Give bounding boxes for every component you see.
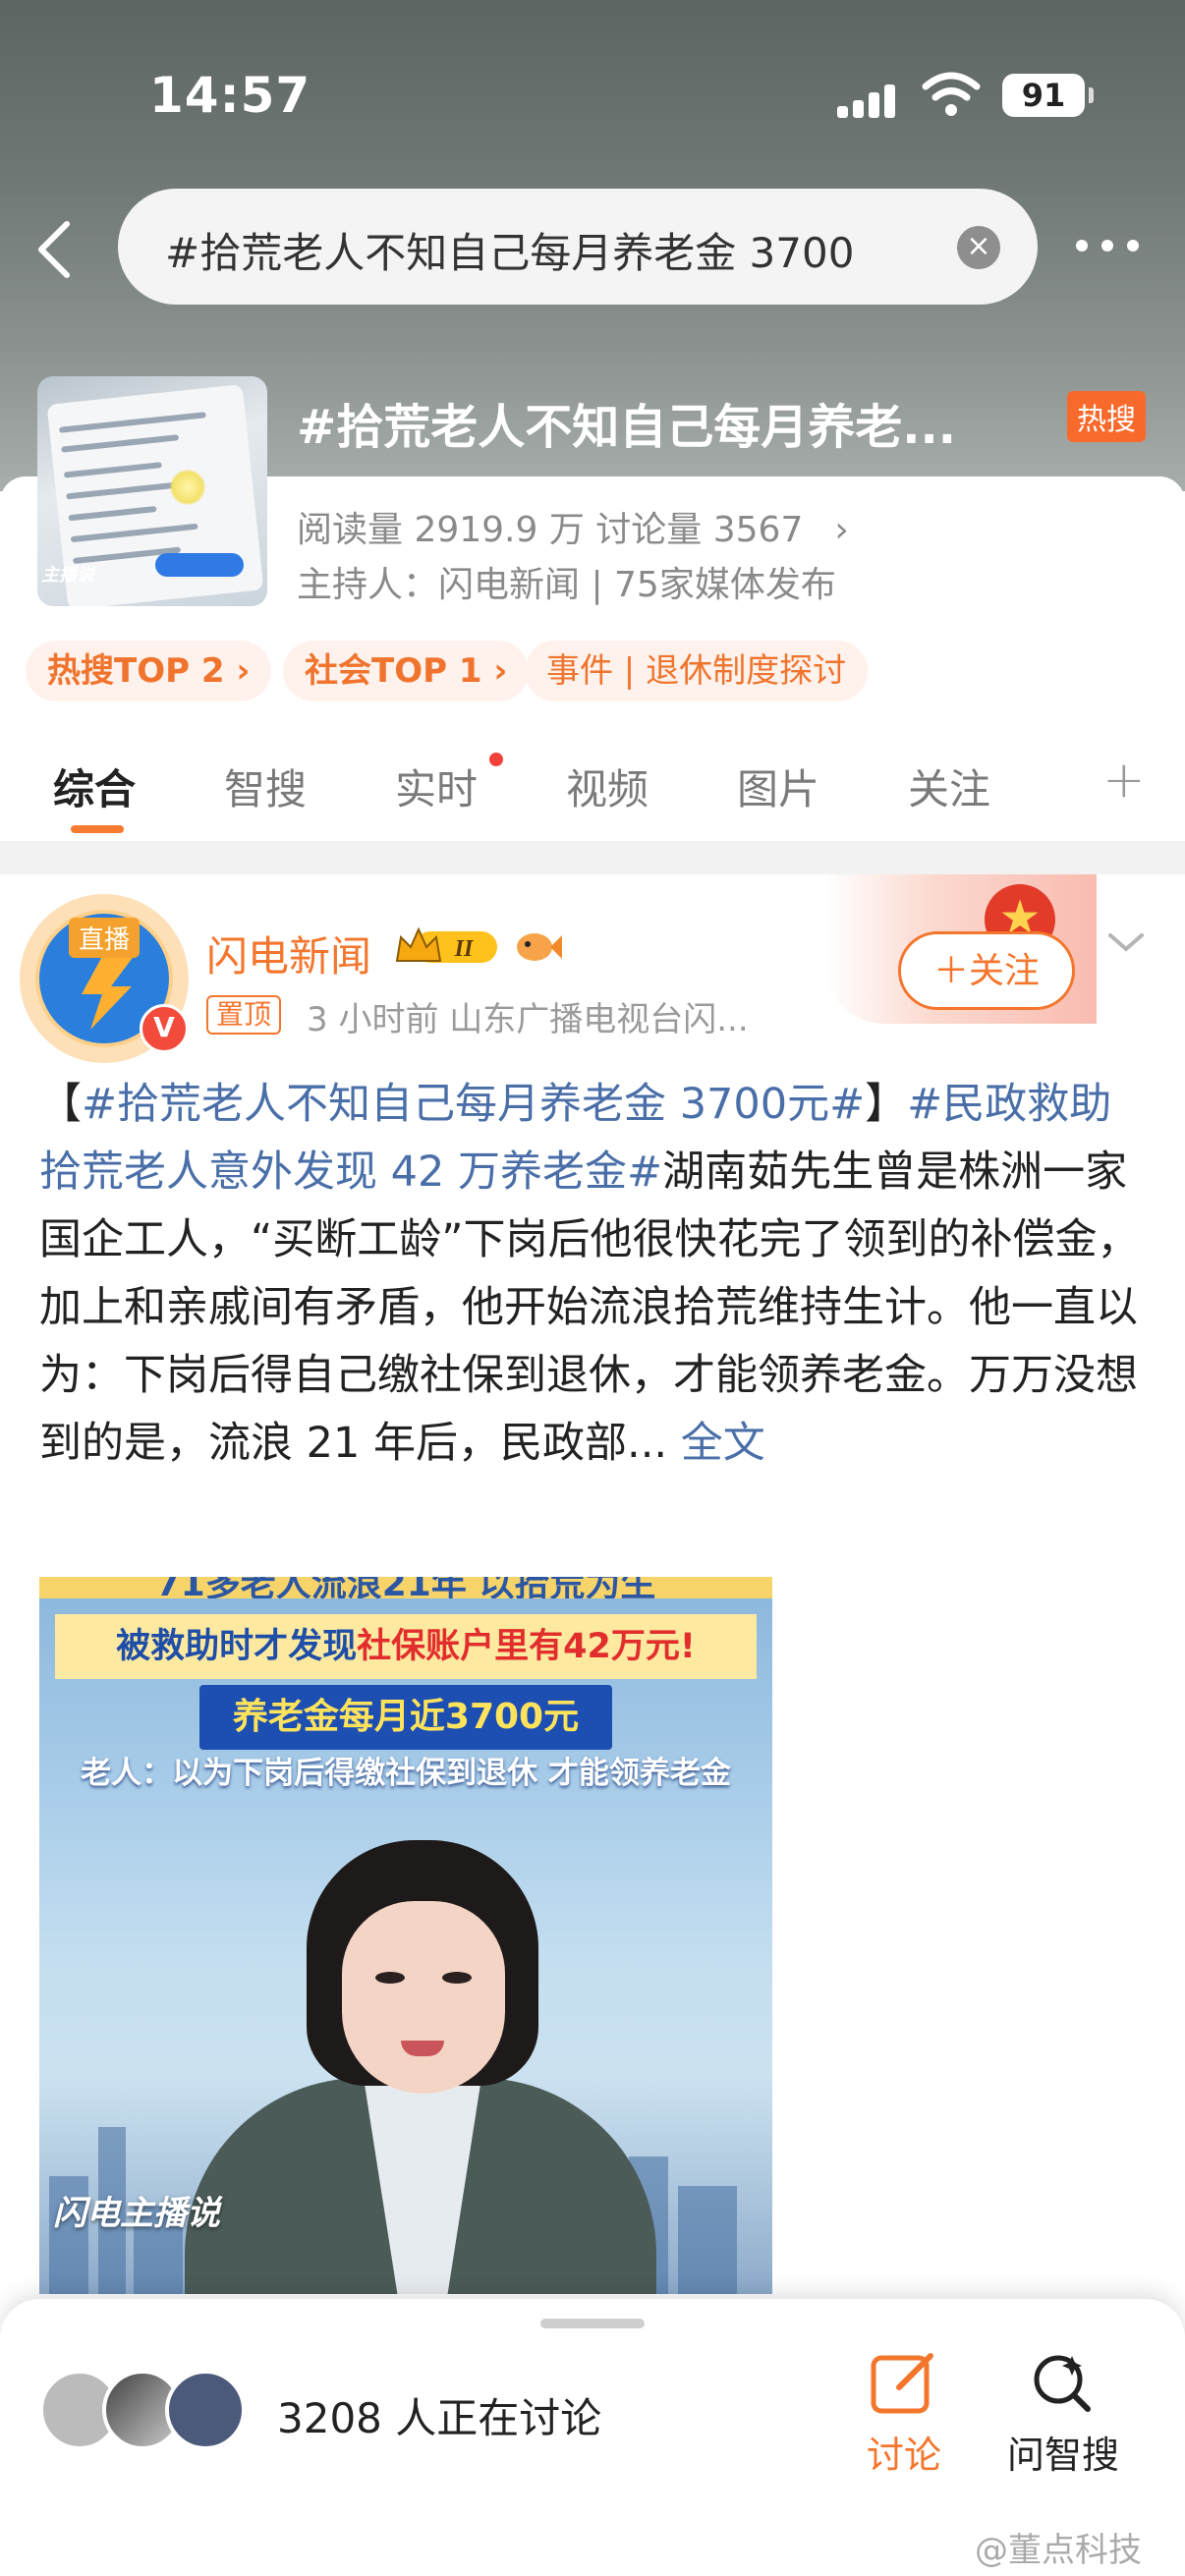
video-caption-3: 老人：以为下岗后得缴社保到退休 才能领养老金 (81, 1756, 731, 1791)
status-time: 14:57 (149, 67, 311, 124)
news-anchor-face (342, 1901, 505, 2094)
tab-bar: 综合 智搜 实时 视频 图片 关注 (0, 747, 1185, 841)
wifi-icon (922, 71, 981, 122)
clear-search-icon[interactable]: × (957, 226, 1000, 269)
member-crown-icon: II (393, 924, 501, 971)
cellular-signal-icon (837, 79, 906, 118)
tab-comprehensive[interactable]: 综合 (53, 756, 136, 816)
ask-smart-search-button[interactable]: 问智搜 (1004, 2350, 1122, 2479)
discuss-label: 讨论 (866, 2434, 941, 2477)
hot-search-badge: 热搜 (1067, 391, 1146, 442)
chevron-down-icon[interactable] (1106, 927, 1146, 957)
chip-label: 热搜TOP 2 › (47, 651, 251, 691)
chevron-right-icon: › (834, 510, 849, 550)
battery-indicator: 91 (1002, 74, 1094, 117)
tab-images[interactable]: 图片 (737, 756, 819, 816)
active-tab-indicator (71, 825, 124, 833)
search-bar[interactable]: #拾荒老人不知自己每月养老金 3700 × (118, 189, 1038, 305)
live-badge: 直播 (69, 918, 141, 958)
chip-hot-search-rank[interactable]: 热搜TOP 2 › (26, 641, 272, 701)
discuss-button[interactable]: 讨论 (845, 2350, 963, 2479)
status-bar: 14:57 91 (0, 59, 1185, 128)
video-caption-2: 养老金每月近3700元 (199, 1685, 612, 1750)
tab-following[interactable]: 关注 (908, 756, 990, 816)
video-caption-top: 71多老人流浪21年 以拾荒为生 (39, 1577, 772, 1598)
verified-icon: V (140, 1004, 189, 1053)
pinned-tag: 置顶 (206, 995, 282, 1035)
fish-badge-icon (513, 927, 562, 967)
smart-search-icon (1034, 2355, 1091, 2412)
full-text-link[interactable]: 全文 (681, 1419, 765, 1468)
chip-event-topic[interactable]: 事件 | 退休制度探讨 (525, 641, 869, 701)
more-options-icon[interactable] (1076, 236, 1145, 255)
ask-label: 问智搜 (1006, 2434, 1119, 2477)
drag-handle[interactable] (540, 2319, 645, 2328)
search-input[interactable]: #拾荒老人不知自己每月养老金 3700 (165, 220, 990, 280)
watermark: @董点科技 (975, 2531, 1142, 2570)
chip-society-rank[interactable]: 社会TOP 1 › (283, 641, 530, 701)
tab-video[interactable]: 视频 (566, 756, 649, 816)
chip-label: 事件 | 退休制度探讨 (546, 651, 847, 691)
light-glare (170, 470, 205, 505)
post-video[interactable]: 71多老人流浪21年 以拾荒为生 被救助时才发现社保账户里有42万元! 养老金每… (39, 1577, 772, 2294)
caption-highlight: 社保账户里有42万元! (357, 1627, 696, 1666)
participant-avatar (165, 2370, 246, 2450)
caption-text: 被救助时才发现 (116, 1627, 358, 1666)
bracket-open: 【 (39, 1080, 82, 1129)
author-name[interactable]: 闪电新闻 (206, 924, 371, 983)
tab-smart-search[interactable]: 智搜 (224, 756, 307, 816)
video-caption-1: 被救助时才发现社保账户里有42万元! (55, 1614, 757, 1679)
section-divider (0, 841, 1185, 874)
add-tab-icon[interactable]: + (1102, 751, 1146, 810)
follow-button[interactable]: ＋关注 (898, 931, 1075, 1010)
post-text: 【#拾荒老人不知自己每月养老金 3700元#】#民政救助拾荒老人意外发现 42 … (39, 1071, 1150, 1478)
post-meta: 3 小时前 山东广播电视台闪... (307, 1000, 749, 1039)
hashtag-link[interactable]: #拾荒老人不知自己每月养老金 3700元# (82, 1080, 865, 1129)
discussion-count: 3208 人正在讨论 (277, 2394, 602, 2442)
thumbnail-watermark: 主播说 (41, 565, 94, 586)
thumbnail-button-graphic (155, 553, 244, 577)
read-discuss-counts: 阅读量 2919.9 万 讨论量 3567 (297, 510, 804, 550)
new-content-dot (489, 753, 503, 766)
bracket-close: 】 (865, 1080, 908, 1129)
topic-host: 主持人：闪电新闻 | 75家媒体发布 (297, 565, 836, 605)
chip-label: 社会TOP 1 › (305, 651, 508, 691)
edit-icon (871, 2353, 933, 2414)
video-logo: 闪电主播说 (53, 2194, 220, 2233)
topic-stats[interactable]: 阅读量 2919.9 万 讨论量 3567 › (297, 501, 849, 552)
topic-thumbnail[interactable]: 主播说 (37, 376, 267, 606)
crown-level: II (454, 936, 475, 962)
author-avatar[interactable]: 直播 V (20, 894, 189, 1063)
back-button[interactable] (29, 218, 79, 281)
tab-realtime[interactable]: 实时 (395, 756, 478, 816)
topic-title: #拾荒老人不知自己每月养老... (297, 400, 956, 455)
